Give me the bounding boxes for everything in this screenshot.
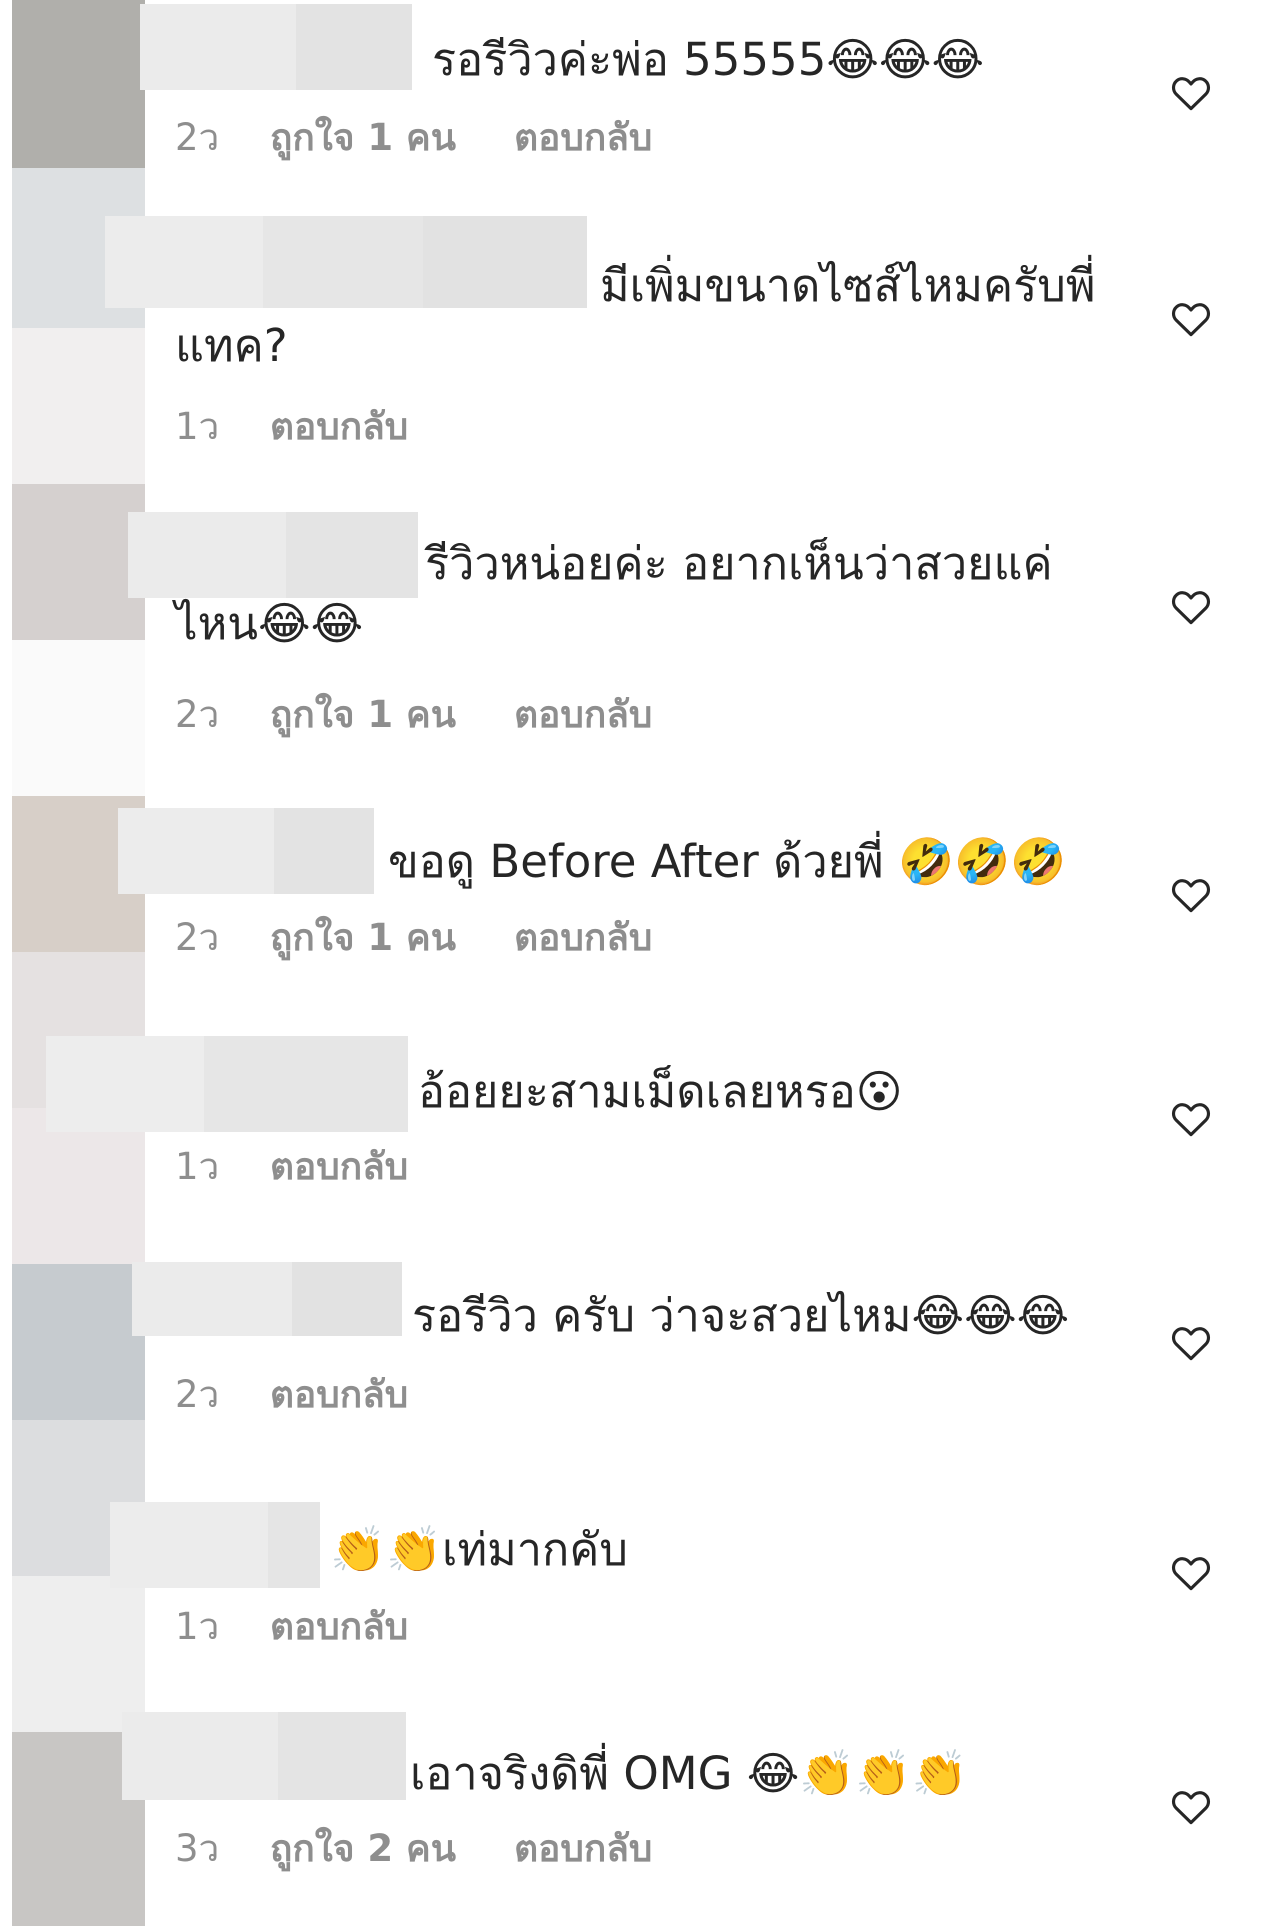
reply-button[interactable]: ตอบกลับ: [514, 690, 652, 740]
comment-time: 3ว: [175, 1827, 220, 1870]
heart-icon[interactable]: [1170, 72, 1212, 112]
comment-text-line: 👏👏เท่มากคับ: [330, 1523, 628, 1576]
comment-meta: 2ว ถูกใจ 1 คน ตอบกลับ: [175, 690, 652, 740]
comment-time: 1ว: [175, 1145, 220, 1188]
comment-meta: 1ว ตอบกลับ: [175, 402, 408, 452]
heart-icon[interactable]: [1170, 1098, 1212, 1138]
comment-meta: 1ว ตอบกลับ: [175, 1602, 408, 1652]
comment-text: 👏👏เท่มากคับ: [330, 1520, 1090, 1580]
heart-icon[interactable]: [1170, 1786, 1212, 1826]
comment-text-line: ไหน😂😂: [175, 597, 364, 650]
comment-item: ขอดู Before After ด้วยพี่ 🤣🤣🤣 2ว ถูกใจ 1…: [0, 780, 1280, 1000]
comment-time: 2ว: [175, 916, 220, 959]
comment-text: รีวิวหน่อยค่ะ อยากเห็นว่าสวยแค่ ไหน😂😂: [175, 534, 1105, 654]
blurred-username[interactable]: [140, 4, 412, 90]
reply-button[interactable]: ตอบกลับ: [514, 1824, 652, 1874]
comment-text: รอรีวิวค่ะพ่อ 55555😂😂😂: [432, 30, 1072, 90]
comment-text: ขอดู Before After ด้วยพี่ 🤣🤣🤣: [388, 832, 1108, 892]
comment-time: 1ว: [175, 1605, 220, 1648]
comment-text-line: มีเพิ่มขนาดไซส์ไหมครับพี่: [600, 259, 1096, 312]
comment-item: 👏👏เท่มากคับ 1ว ตอบกลับ: [0, 1460, 1280, 1690]
comment-item: อ้อยยะสามเม็ดเลยหรอ😮 1ว ตอบกลับ: [0, 1000, 1280, 1240]
comment-item: รอรีวิวค่ะพ่อ 55555😂😂😂 2ว ถูกใจ 1 คน ตอบ…: [0, 0, 1280, 180]
heart-icon[interactable]: [1170, 1322, 1212, 1362]
heart-icon[interactable]: [1170, 298, 1212, 338]
heart-icon[interactable]: [1170, 1552, 1212, 1592]
comment-item: รอรีวิว ครับ ว่าจะสวยไหม😂😂😂 2ว ตอบกลับ: [0, 1240, 1280, 1460]
comment-text-line: แทค?: [175, 319, 288, 372]
comment-meta: 2ว ตอบกลับ: [175, 1370, 408, 1420]
comment-text: มีเพิ่มขนาดไซส์ไหมครับพี่ แทค?: [175, 256, 1105, 376]
reply-button[interactable]: ตอบกลับ: [270, 1370, 408, 1420]
comment-meta: 1ว ตอบกลับ: [175, 1142, 408, 1192]
blurred-username[interactable]: [122, 1712, 406, 1800]
comment-text-line: รอรีวิว ครับ ว่าจะสวยไหม😂😂😂: [412, 1289, 1070, 1342]
comment-likes[interactable]: ถูกใจ 1 คน: [270, 690, 456, 740]
blurred-username[interactable]: [110, 1502, 320, 1588]
comment-item: มีเพิ่มขนาดไซส์ไหมครับพี่ แทค? 1ว ตอบกลั…: [0, 180, 1280, 480]
reply-button[interactable]: ตอบกลับ: [270, 1602, 408, 1652]
comment-text: เอาจริงดิพี่ OMG 😂👏👏👏: [410, 1744, 1130, 1804]
comment-time: 2ว: [175, 693, 220, 736]
comment-text-line: รีวิวหน่อยค่ะ อยากเห็นว่าสวยแค่: [425, 537, 1053, 590]
reply-button[interactable]: ตอบกลับ: [270, 1142, 408, 1192]
comment-likes[interactable]: ถูกใจ 2 คน: [270, 1824, 456, 1874]
comment-meta: 2ว ถูกใจ 1 คน ตอบกลับ: [175, 913, 652, 963]
blurred-username[interactable]: [118, 808, 374, 894]
comment-text: รอรีวิว ครับ ว่าจะสวยไหม😂😂😂: [412, 1286, 1112, 1346]
comment-meta: 2ว ถูกใจ 1 คน ตอบกลับ: [175, 113, 652, 163]
comment-time: 2ว: [175, 1373, 220, 1416]
comment-text-line: รอรีวิวค่ะพ่อ 55555😂😂😂: [432, 33, 985, 86]
comment-item: รีวิวหน่อยค่ะ อยากเห็นว่าสวยแค่ ไหน😂😂 2ว…: [0, 480, 1280, 780]
comment-text-line: ขอดู Before After ด้วยพี่ 🤣🤣🤣: [388, 835, 1067, 888]
comment-time: 2ว: [175, 116, 220, 159]
heart-icon[interactable]: [1170, 586, 1212, 626]
comment-time: 1ว: [175, 405, 220, 448]
comment-text-line: เอาจริงดิพี่ OMG 😂👏👏👏: [410, 1747, 968, 1800]
comment-text: อ้อยยะสามเม็ดเลยหรอ😮: [418, 1062, 1118, 1122]
comment-meta: 3ว ถูกใจ 2 คน ตอบกลับ: [175, 1824, 652, 1874]
blurred-username[interactable]: [132, 1262, 402, 1336]
comment-text-line: อ้อยยะสามเม็ดเลยหรอ😮: [418, 1065, 903, 1118]
reply-button[interactable]: ตอบกลับ: [514, 113, 652, 163]
comment-likes[interactable]: ถูกใจ 1 คน: [270, 913, 456, 963]
reply-button[interactable]: ตอบกลับ: [270, 402, 408, 452]
comment-item: เอาจริงดิพี่ OMG 😂👏👏👏 3ว ถูกใจ 2 คน ตอบก…: [0, 1690, 1280, 1926]
reply-button[interactable]: ตอบกลับ: [514, 913, 652, 963]
blurred-username[interactable]: [46, 1036, 408, 1132]
heart-icon[interactable]: [1170, 874, 1212, 914]
comment-likes[interactable]: ถูกใจ 1 คน: [270, 113, 456, 163]
